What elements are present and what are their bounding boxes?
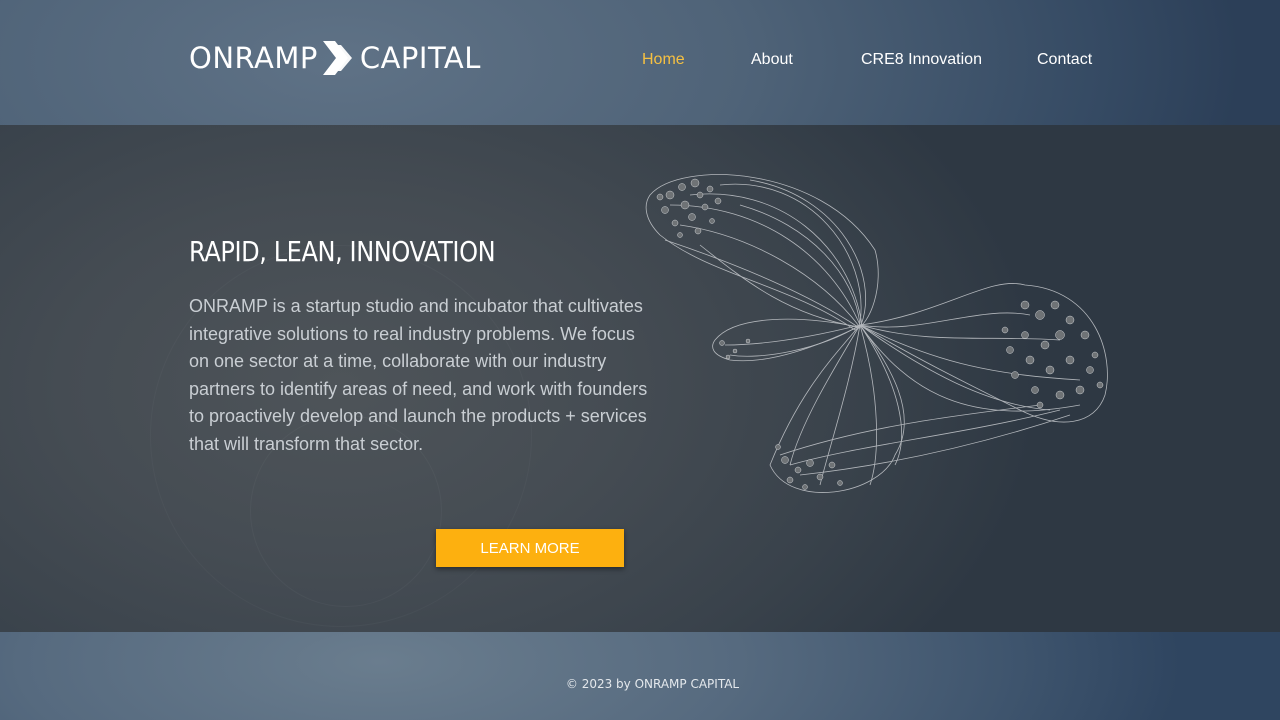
hero-title: RAPID, LEAN, INNOVATION: [189, 235, 496, 268]
site-footer: © 2023 by ONRAMP CAPITAL: [0, 632, 1280, 720]
learn-more-button[interactable]: LEARN MORE: [436, 529, 624, 567]
hero-section: RAPID, LEAN, INNOVATION ONRAMP is a star…: [0, 125, 1280, 632]
nav-item-cre8-innovation[interactable]: CRE8 Innovation: [861, 51, 982, 69]
nav-item-home[interactable]: Home: [642, 51, 685, 69]
site-header: ONRAMP CAPITAL Home About CRE8 Innovatio…: [0, 0, 1280, 125]
main-nav: Home About CRE8 Innovation Contact: [0, 0, 1280, 125]
nav-item-about[interactable]: About: [751, 51, 793, 69]
nav-item-contact[interactable]: Contact: [1037, 51, 1092, 69]
hero-description: ONRAMP is a startup studio and incubator…: [189, 296, 648, 454]
copyright-text: © 2023 by ONRAMP CAPITAL: [565, 677, 740, 691]
network-graph-illustration: [645, 174, 1108, 493]
